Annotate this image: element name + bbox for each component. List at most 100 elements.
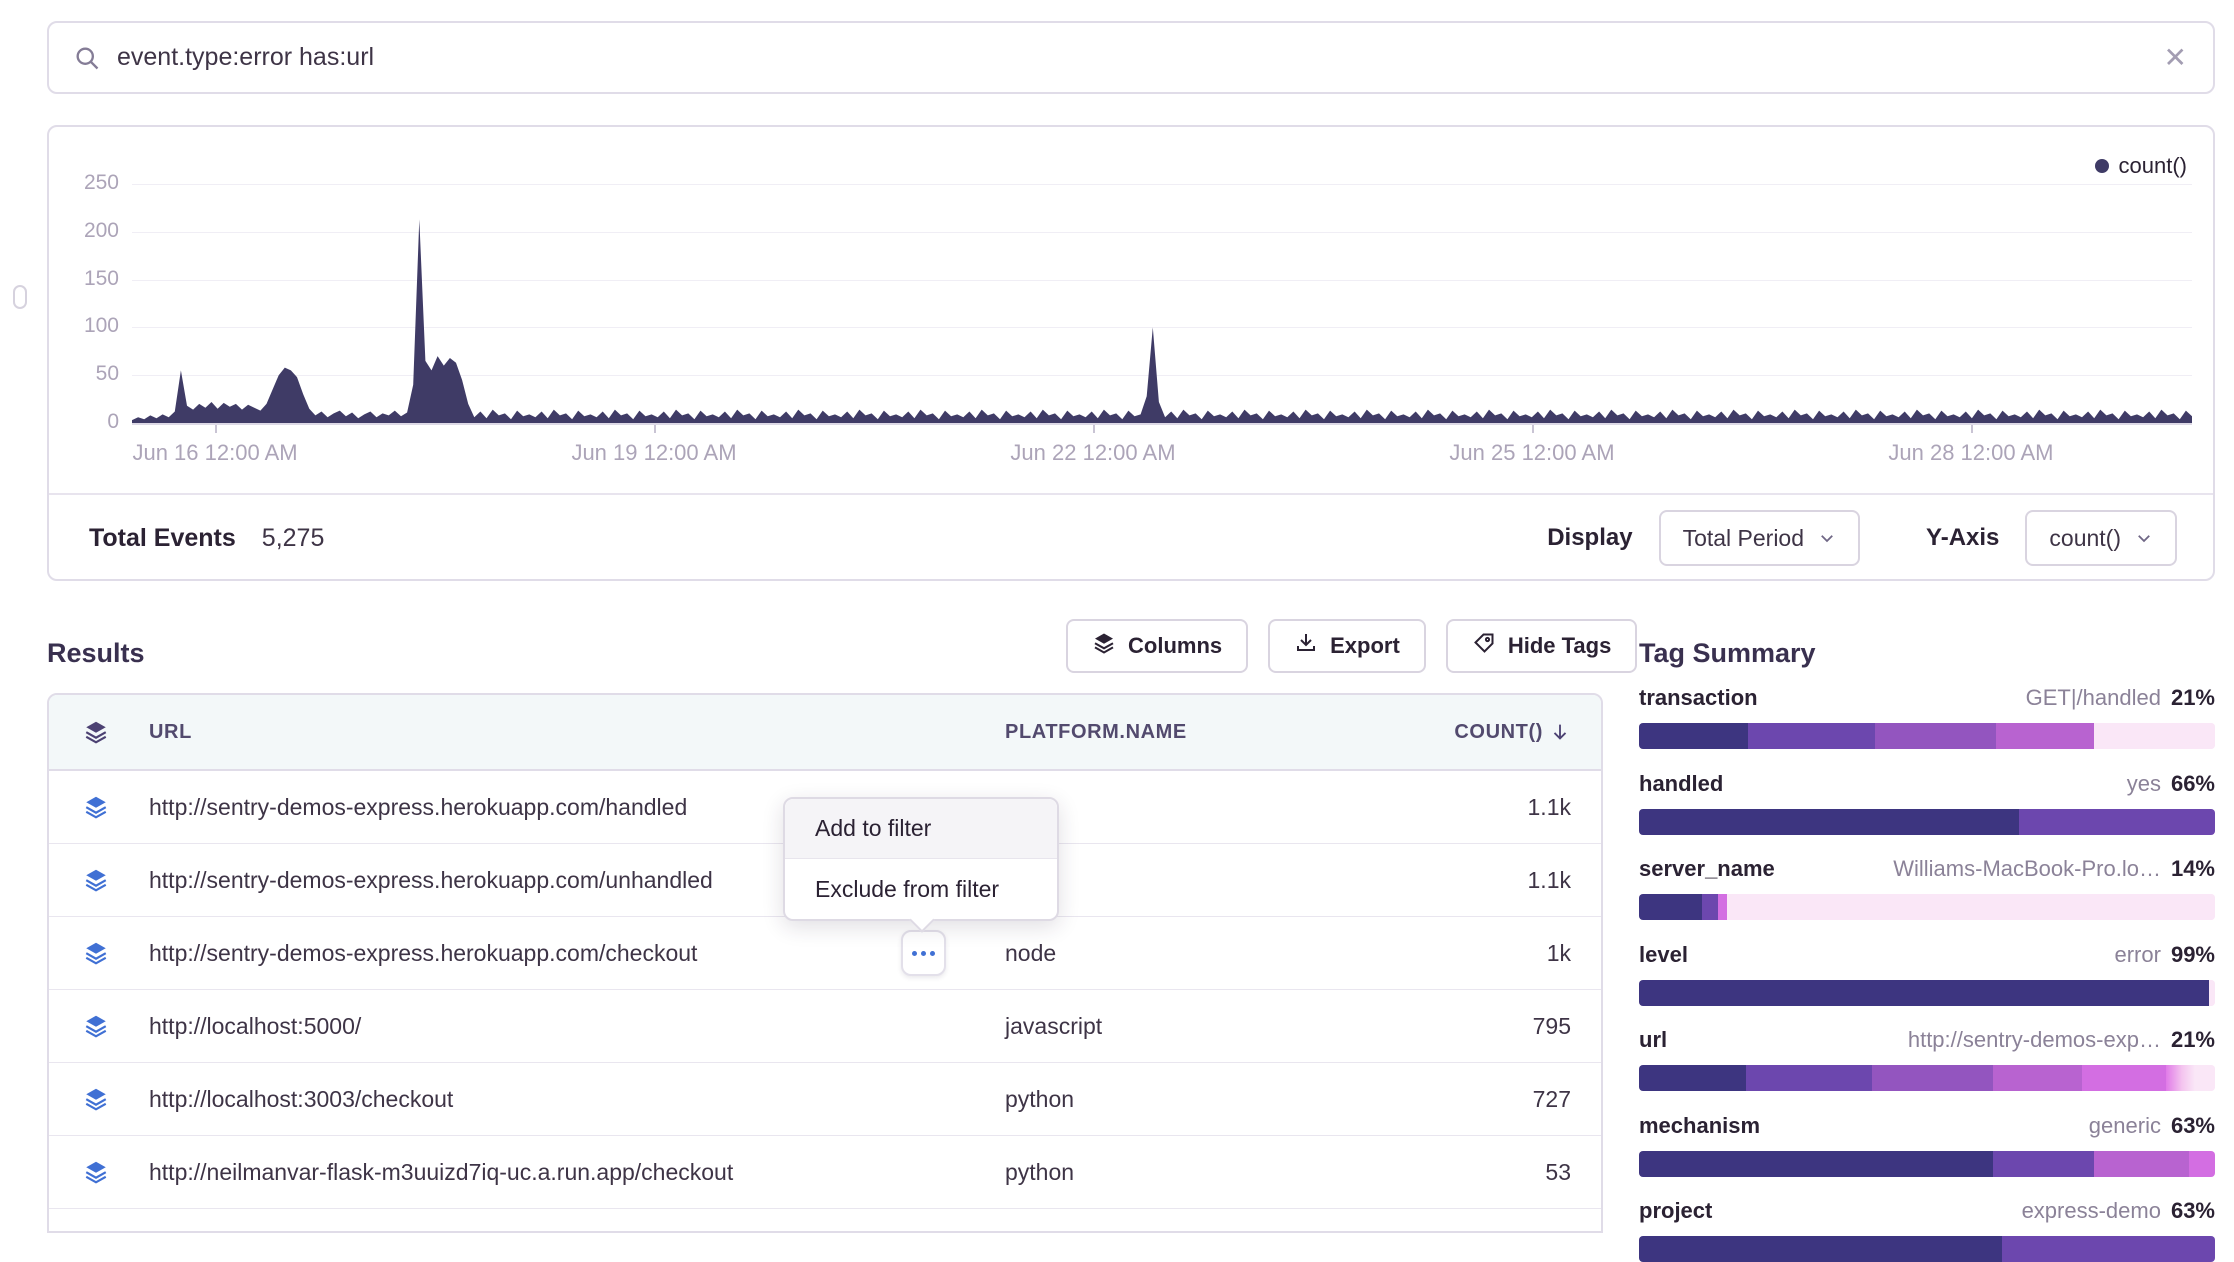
table-header: URL PLATFORM.NAME COUNT(): [49, 695, 1601, 771]
tag-top-percent: 99%: [2171, 942, 2215, 968]
tag-icon: [1472, 631, 1496, 661]
x-axis-tick: Jun 19 12:00 AM: [571, 440, 736, 466]
tag-bar-segment: [2002, 1236, 2215, 1262]
tag-bar-segment: [1639, 1065, 1746, 1091]
legend-label: count(): [2119, 153, 2187, 179]
cell-count[interactable]: 1k: [1547, 940, 1571, 967]
tag-distribution-bar[interactable]: [1639, 723, 2215, 749]
tag-summary-row[interactable]: urlhttp://sentry-demos-exp…21%: [1639, 1027, 2215, 1091]
tag-top-percent: 66%: [2171, 771, 2215, 797]
cell-count[interactable]: 1.1k: [1528, 794, 1571, 821]
search-bar[interactable]: ✕: [47, 21, 2215, 94]
sidebar-collapse-handle[interactable]: [13, 285, 27, 309]
export-button-label: Export: [1330, 633, 1400, 659]
cell-url[interactable]: http://sentry-demos-express.herokuapp.co…: [149, 794, 687, 821]
tag-top-value: Williams-MacBook-Pro.lo…: [1893, 856, 2161, 882]
tag-top-percent: 21%: [2171, 685, 2215, 711]
tag-top-value: express-demo: [2022, 1198, 2161, 1224]
tag-top-percent: 63%: [2171, 1113, 2215, 1139]
tag-bar-segment: [1748, 723, 1875, 749]
cell-count[interactable]: 1.1k: [1528, 867, 1571, 894]
display-dropdown[interactable]: Total Period: [1659, 510, 1860, 566]
export-button[interactable]: Export: [1268, 619, 1426, 673]
column-header-platform[interactable]: PLATFORM.NAME: [1005, 721, 1187, 744]
more-options-button[interactable]: [901, 930, 946, 976]
tag-summary-panel: Tag Summary transactionGET|/handled21%ha…: [1639, 638, 2215, 669]
cell-url[interactable]: http://neilmanvar-flask-m3uuizd7iq-uc.a.…: [149, 1159, 733, 1186]
table-row[interactable]: http://localhost:3003/checkout python 727: [49, 1063, 1601, 1136]
hide-tags-button[interactable]: Hide Tags: [1446, 619, 1638, 673]
layers-icon: [83, 794, 109, 820]
clear-search-icon[interactable]: ✕: [2164, 44, 2187, 72]
tag-summary-row[interactable]: project express-demo 63%: [1639, 1198, 2215, 1262]
cell-count[interactable]: 727: [1533, 1086, 1571, 1113]
tag-distribution-bar[interactable]: [1639, 894, 2215, 920]
search-icon: [73, 44, 101, 72]
y-axis-tick: 250: [57, 171, 119, 195]
columns-button[interactable]: Columns: [1066, 619, 1248, 673]
y-axis-tick: 150: [57, 267, 119, 291]
cell-platform[interactable]: python: [1005, 1159, 1074, 1186]
tag-distribution-bar[interactable]: [1639, 1151, 2215, 1177]
tag-bar-segment: [1993, 1065, 2082, 1091]
y-axis-tick: 0: [57, 410, 119, 434]
x-axis-line: [132, 423, 2192, 425]
events-chart-panel: count() 050100150200250Jun 16 12:00 AMJu…: [47, 125, 2215, 581]
tag-bar-segment: [2166, 1065, 2195, 1091]
tag-bar-segment: [2094, 1151, 2189, 1177]
cell-url[interactable]: http://localhost:5000/: [149, 1013, 361, 1040]
event-count-area-chart[interactable]: [132, 184, 2192, 423]
tag-summary-row[interactable]: handledyes66%: [1639, 771, 2215, 835]
search-input[interactable]: [117, 43, 2164, 72]
layers-icon: [1092, 631, 1116, 661]
download-icon: [1294, 631, 1318, 661]
tag-top-value: generic: [2089, 1113, 2161, 1139]
cell-platform[interactable]: node: [1005, 940, 1056, 967]
results-table: URL PLATFORM.NAME COUNT() http://sentry-…: [47, 693, 1603, 1233]
yaxis-dropdown[interactable]: count(): [2025, 510, 2177, 566]
tag-top-percent: 63%: [2171, 1198, 2215, 1224]
table-row[interactable]: http://neilmanvar-flask-m3uuizd7iq-uc.a.…: [49, 1136, 1601, 1209]
layers-icon: [83, 940, 109, 966]
tag-distribution-bar[interactable]: [1639, 809, 2215, 835]
cell-platform[interactable]: python: [1005, 1086, 1074, 1113]
table-row[interactable]: http://localhost:5000/javascript 795: [49, 990, 1601, 1063]
cell-url[interactable]: http://localhost:3003/checkout: [149, 1086, 453, 1113]
tag-distribution-bar[interactable]: [1639, 1065, 2215, 1091]
chevron-down-icon: [1818, 529, 1836, 547]
tag-top-percent: 14%: [2171, 856, 2215, 882]
layers-icon: [83, 719, 109, 745]
cell-platform[interactable]: javascript: [1005, 1013, 1102, 1040]
tag-bar-segment: [1746, 1065, 1873, 1091]
tag-summary-row[interactable]: transactionGET|/handled21%: [1639, 685, 2215, 749]
cell-count[interactable]: 53: [1545, 1159, 1571, 1186]
tag-bar-segment: [1639, 809, 2019, 835]
cell-url[interactable]: http://sentry-demos-express.herokuapp.co…: [149, 940, 697, 967]
column-header-url[interactable]: URL: [149, 721, 192, 744]
tag-bar-segment: [2094, 723, 2215, 749]
chart-legend[interactable]: count(): [2095, 153, 2187, 179]
tag-distribution-bar[interactable]: [1639, 1236, 2215, 1262]
tag-name: handled: [1639, 771, 1723, 797]
tag-bar-segment: [1718, 894, 1726, 920]
layers-icon: [83, 1013, 109, 1039]
column-header-count[interactable]: COUNT(): [1454, 721, 1571, 744]
menu-item-add-to-filter[interactable]: Add to filter: [785, 799, 1057, 859]
tag-summary-row[interactable]: mechanismgeneric63%: [1639, 1113, 2215, 1177]
x-axis-tick-mark: [1093, 425, 1095, 433]
tag-summary-row[interactable]: levelerror99%: [1639, 942, 2215, 1006]
results-toolbar: Columns Export Hide Tags: [1066, 619, 1637, 673]
tag-name: project: [1639, 1198, 1712, 1224]
table-row[interactable]: http://sentry-demos-express.herokuapp.co…: [49, 917, 1601, 990]
total-events-value: 5,275: [262, 524, 325, 553]
layers-icon: [83, 1159, 109, 1185]
cell-count[interactable]: 795: [1533, 1013, 1571, 1040]
chart-footer: Total Events 5,275 Display Total Period …: [49, 495, 2213, 581]
x-axis-tick-mark: [1971, 425, 1973, 433]
tag-summary-row[interactable]: server_nameWilliams-MacBook-Pro.lo…14%: [1639, 856, 2215, 920]
cell-url[interactable]: http://sentry-demos-express.herokuapp.co…: [149, 867, 713, 894]
count-header-label: COUNT(): [1454, 721, 1543, 744]
x-axis-tick: Jun 22 12:00 AM: [1010, 440, 1175, 466]
tag-distribution-bar[interactable]: [1639, 980, 2215, 1006]
cell-action-menu: Add to filter Exclude from filter: [783, 797, 1059, 921]
